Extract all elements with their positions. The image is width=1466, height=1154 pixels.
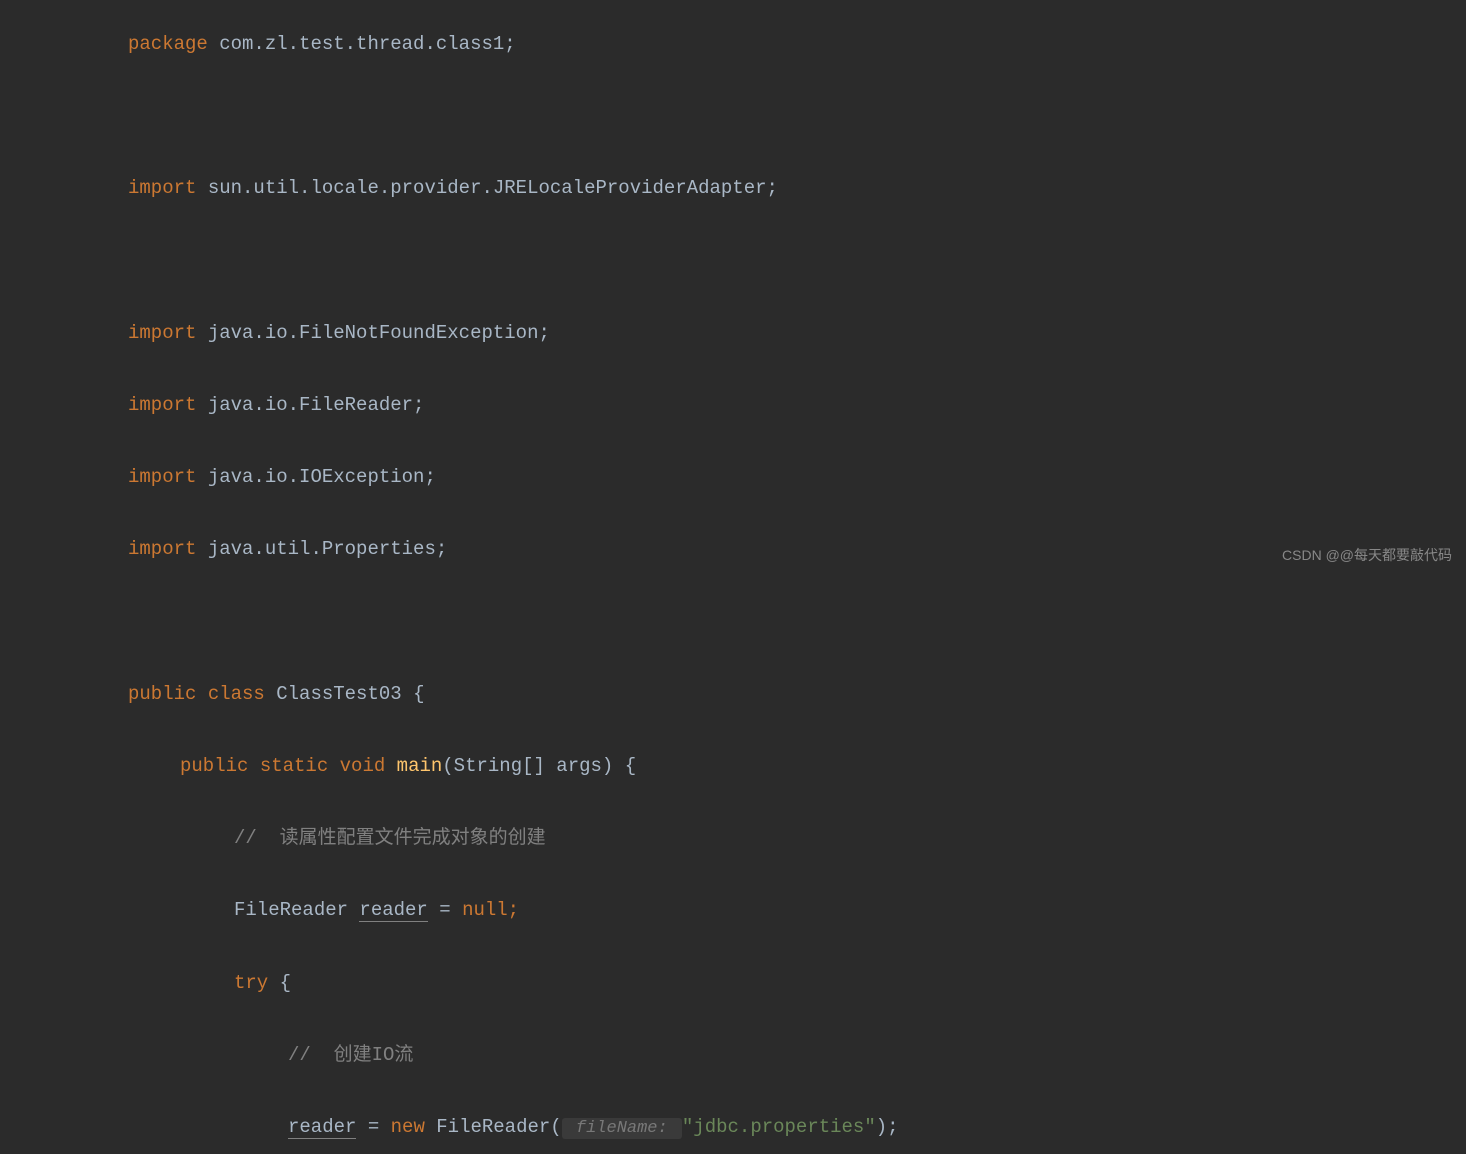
keyword-static: static — [260, 755, 328, 777]
code-line-blank — [20, 243, 1466, 279]
code-line: public class ClassTest03 { — [20, 676, 1466, 712]
code-line: package com.zl.test.thread.class1; — [20, 26, 1466, 62]
comment: // 创建IO流 — [288, 1044, 413, 1066]
code-line: FileReader reader = null; — [20, 892, 1466, 928]
variable: reader — [288, 1116, 356, 1139]
class-name: ClassTest03 — [265, 683, 413, 705]
ctor: FileReader( — [425, 1116, 562, 1138]
comment: // 读属性配置文件完成对象的创建 — [234, 827, 546, 849]
import-path: java.io.IOException; — [196, 466, 435, 488]
keyword-public: public — [180, 755, 248, 777]
import-path: sun.util.locale.provider.JRELocaleProvid… — [196, 177, 778, 199]
keyword-import: import — [128, 322, 196, 344]
variable: reader — [359, 899, 427, 922]
semicolon: ; — [508, 899, 519, 921]
package-path: com.zl.test.thread.class1; — [208, 33, 516, 55]
import-path: java.io.FileNotFoundException; — [196, 322, 549, 344]
type: FileReader — [234, 899, 359, 921]
method-name: main — [397, 755, 443, 777]
code-line-blank — [20, 604, 1466, 640]
keyword-import: import — [128, 538, 196, 560]
code-line: import java.io.FileReader; — [20, 387, 1466, 423]
keyword-class: class — [208, 683, 265, 705]
keyword-import: import — [128, 394, 196, 416]
code-line: // 创建IO流 — [20, 1037, 1466, 1073]
keyword-public: public — [128, 683, 196, 705]
keyword-new: new — [391, 1116, 425, 1138]
code-line: // 读属性配置文件完成对象的创建 — [20, 820, 1466, 856]
keyword-void: void — [340, 755, 386, 777]
code-line: import java.io.FileNotFoundException; — [20, 315, 1466, 351]
close-paren: ); — [876, 1116, 899, 1138]
operator: = — [428, 899, 462, 921]
code-line: import java.util.Properties; — [20, 531, 1466, 567]
code-editor[interactable]: package com.zl.test.thread.class1; impor… — [0, 0, 1466, 1154]
keyword-import: import — [128, 177, 196, 199]
code-line: reader = new FileReader( fileName: "jdbc… — [20, 1109, 1466, 1145]
code-line: public static void main(String[] args) { — [20, 748, 1466, 784]
code-line: try { — [20, 965, 1466, 1001]
import-path: java.util.Properties; — [196, 538, 447, 560]
keyword-import: import — [128, 466, 196, 488]
parameter-hint: fileName: — [562, 1118, 682, 1139]
keyword-try: try — [234, 972, 268, 994]
method-args: (String[] args) { — [442, 755, 636, 777]
string-literal: "jdbc.properties" — [682, 1116, 876, 1138]
watermark-text: CSDN @@每天都要敲代码 — [1282, 542, 1452, 569]
brace: { — [268, 972, 291, 994]
code-line: import java.io.IOException; — [20, 459, 1466, 495]
keyword-package: package — [128, 33, 208, 55]
keyword-null: null — [462, 899, 508, 921]
brace: { — [413, 683, 424, 705]
import-path: java.io.FileReader; — [196, 394, 424, 416]
code-line-blank — [20, 98, 1466, 134]
operator: = — [356, 1116, 390, 1138]
code-line: import sun.util.locale.provider.JRELocal… — [20, 170, 1466, 206]
